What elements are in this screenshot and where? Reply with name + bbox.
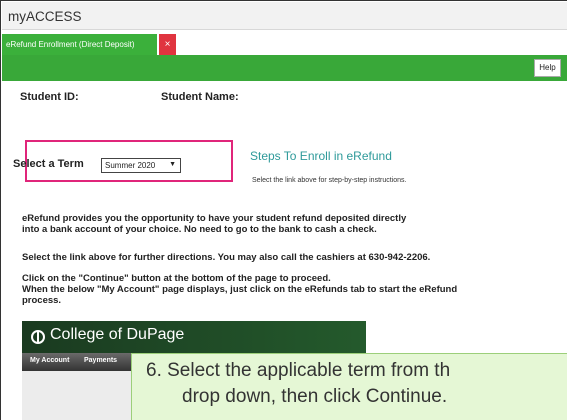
callout-line: drop down, then click Continue. xyxy=(182,386,448,407)
callout-text: 6. Select the applicable term from th dr… xyxy=(146,358,450,410)
tab-erefund-enrollment[interactable]: eRefund Enrollment (Direct Deposit) xyxy=(2,34,157,55)
college-logo-icon xyxy=(31,330,45,344)
description-line: into a bank account of your choice. No n… xyxy=(22,224,377,235)
instruction-line: Click on the "Continue" button at the bo… xyxy=(22,273,331,284)
instruction-line: When the below "My Account" page display… xyxy=(22,284,458,295)
student-name-label: Student Name: xyxy=(161,91,239,103)
tab-strip: eRefund Enrollment (Direct Deposit) × xyxy=(2,30,567,55)
tab-label: eRefund Enrollment (Direct Deposit) xyxy=(6,40,135,49)
toolbar: Help xyxy=(2,55,567,81)
app-title-bar: myACCESS xyxy=(2,2,567,30)
term-label: Select a Term xyxy=(13,158,84,170)
college-name: College of DuPage xyxy=(50,326,185,343)
directions-text: Select the link above for further direct… xyxy=(22,252,431,263)
nav-payments: Payments xyxy=(84,357,118,364)
instruction-line: process. xyxy=(22,295,62,306)
continue-instructions: Click on the "Continue" button at the bo… xyxy=(22,273,542,306)
callout-line: 6. Select the applicable term from th xyxy=(146,360,451,381)
description-line: eRefund provides you the opportunity to … xyxy=(22,213,407,224)
erefund-description: eRefund provides you the opportunity to … xyxy=(22,213,542,235)
nav-my-account: My Account xyxy=(30,357,70,364)
help-button[interactable]: Help xyxy=(534,59,561,77)
window-frame: myACCESS eRefund Enrollment (Direct Depo… xyxy=(0,0,567,420)
tab-close-icon[interactable]: × xyxy=(159,34,176,55)
student-id-label: Student ID: xyxy=(20,91,79,103)
banner-header: College of DuPage xyxy=(22,321,366,353)
chevron-down-icon: ▼ xyxy=(169,161,176,168)
steps-link[interactable]: Steps To Enroll in eRefund xyxy=(250,149,392,163)
app-title: myACCESS xyxy=(8,9,82,24)
steps-subtitle: Select the link above for step-by-step i… xyxy=(252,177,407,184)
instruction-callout: 6. Select the applicable term from th dr… xyxy=(131,353,567,420)
term-selected-value: Summer 2020 xyxy=(105,161,156,170)
term-select[interactable]: Summer 2020 ▼ xyxy=(101,158,181,173)
